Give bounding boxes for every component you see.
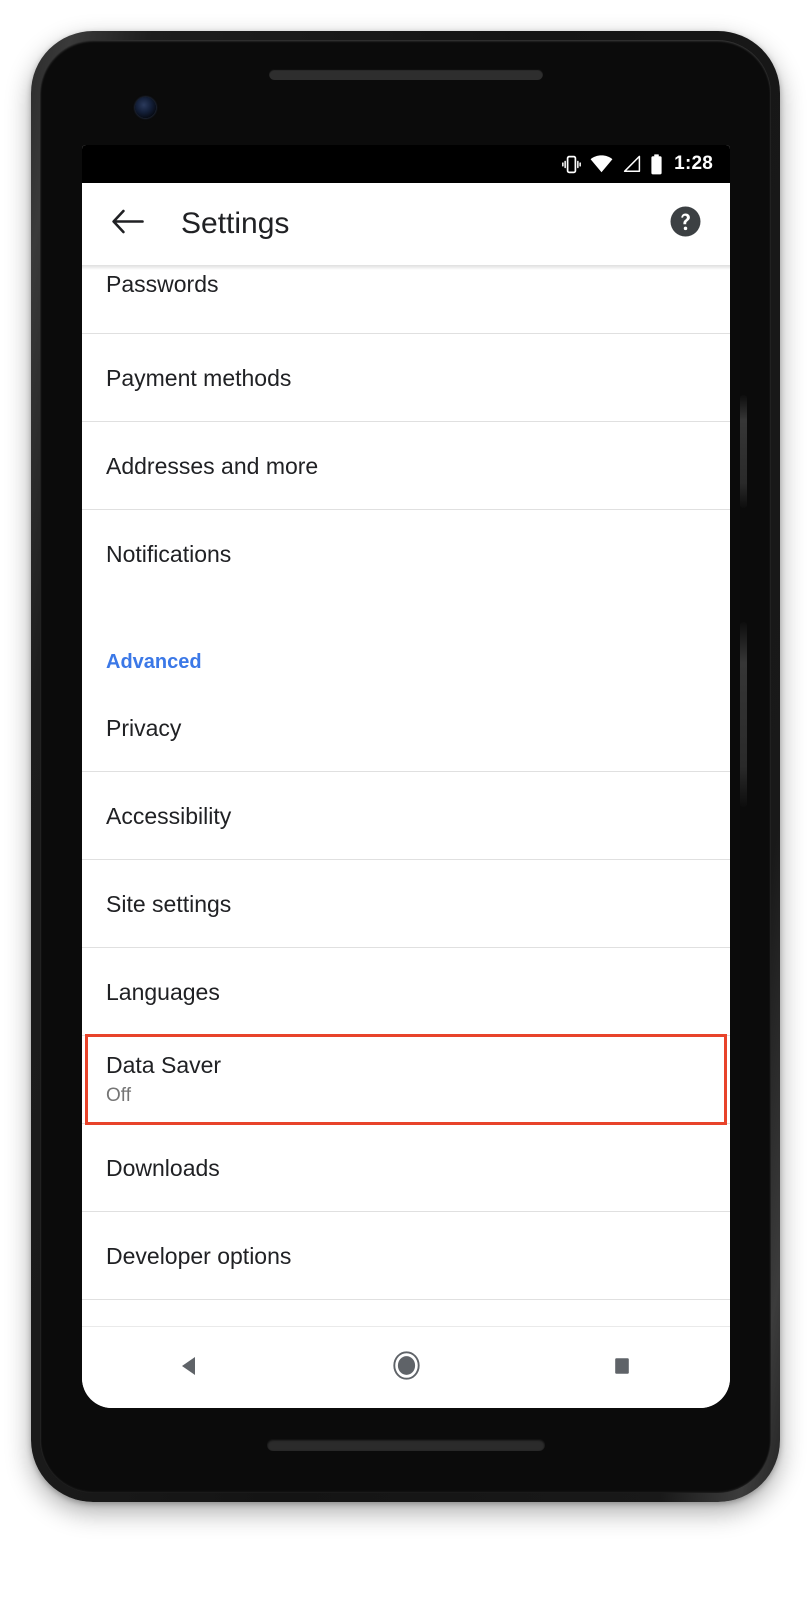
cellular-signal-icon bbox=[622, 155, 641, 173]
android-navigation-bar bbox=[82, 1326, 730, 1408]
settings-row-site-settings[interactable]: Site settings bbox=[82, 860, 730, 947]
back-button[interactable] bbox=[104, 201, 150, 247]
settings-row-title: Languages bbox=[106, 978, 220, 1005]
back-arrow-icon bbox=[111, 208, 144, 240]
nav-back-icon bbox=[177, 1353, 203, 1384]
settings-row-languages[interactable]: Languages bbox=[82, 948, 730, 1035]
settings-row-subtitle: Off bbox=[106, 1085, 131, 1106]
section-header-label: Advanced bbox=[106, 651, 202, 673]
settings-row-addresses-and-more[interactable]: Addresses and more bbox=[82, 422, 730, 509]
front-camera-icon bbox=[135, 97, 156, 118]
settings-row-title: Downloads bbox=[106, 1154, 220, 1181]
page-title: Settings bbox=[181, 207, 290, 240]
section-header-advanced: Advanced bbox=[82, 597, 730, 684]
settings-row-payment-methods[interactable]: Payment methods bbox=[82, 334, 730, 421]
settings-row-privacy[interactable]: Privacy bbox=[82, 684, 730, 771]
nav-recents-icon bbox=[610, 1354, 634, 1383]
wifi-icon bbox=[590, 155, 613, 173]
settings-row-developer-options[interactable]: Developer options bbox=[82, 1212, 730, 1299]
nav-home-button[interactable] bbox=[360, 1338, 452, 1398]
settings-row-downloads[interactable]: Downloads bbox=[82, 1124, 730, 1211]
settings-row-title: Payment methods bbox=[106, 364, 292, 391]
settings-row-title: Addresses and more bbox=[106, 452, 319, 479]
settings-row-title: Site settings bbox=[106, 890, 232, 917]
settings-row-accessibility[interactable]: Accessibility bbox=[82, 772, 730, 859]
settings-row-title: Notifications bbox=[106, 540, 232, 567]
settings-toolbar: Settings bbox=[82, 183, 730, 265]
phone-screen: 1:28 Settings Passwords Payment methods … bbox=[82, 145, 730, 1408]
settings-row-about-chrome[interactable]: About Chrome bbox=[82, 1300, 730, 1326]
phone-bezel: 1:28 Settings Passwords Payment methods … bbox=[40, 40, 771, 1493]
power-button[interactable] bbox=[740, 395, 747, 508]
settings-row-data-saver[interactable]: Data Saver Off bbox=[82, 1036, 730, 1123]
nav-back-button[interactable] bbox=[144, 1338, 236, 1398]
settings-row-title: Developer options bbox=[106, 1242, 292, 1269]
settings-row-title: Privacy bbox=[106, 714, 182, 741]
help-button[interactable] bbox=[664, 203, 706, 245]
settings-list[interactable]: Passwords Payment methods Addresses and mo… bbox=[82, 265, 730, 1326]
settings-row-passwords[interactable]: Passwords bbox=[82, 265, 730, 333]
vibrate-icon bbox=[562, 154, 582, 175]
settings-row-notifications[interactable]: Notifications bbox=[82, 510, 730, 597]
settings-row-title: Accessibility bbox=[106, 802, 232, 829]
volume-rocker-button[interactable] bbox=[740, 622, 747, 807]
nav-recents-button[interactable] bbox=[576, 1338, 668, 1398]
status-bar-clock: 1:28 bbox=[674, 153, 713, 174]
settings-row-title: Data Saver bbox=[106, 1052, 222, 1078]
nav-home-icon bbox=[391, 1350, 422, 1386]
bottom-speaker-icon bbox=[266, 1439, 545, 1451]
battery-icon bbox=[650, 153, 663, 175]
settings-row-title: Passwords bbox=[106, 271, 219, 297]
phone-device-frame: 1:28 Settings Passwords Payment methods … bbox=[31, 31, 780, 1502]
help-icon bbox=[669, 205, 702, 243]
earpiece-speaker-icon bbox=[268, 69, 543, 80]
status-bar: 1:28 bbox=[82, 145, 730, 183]
